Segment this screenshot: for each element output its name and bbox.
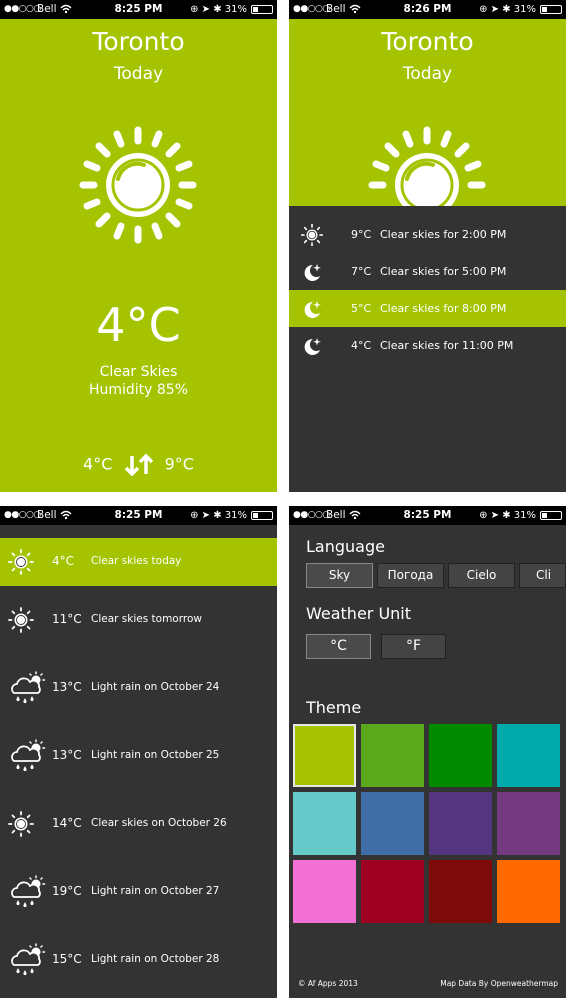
language-option-sky[interactable]: Sky xyxy=(306,563,373,588)
low-temperature: 4°C xyxy=(83,454,113,474)
battery-icon xyxy=(540,5,562,14)
theme-swatch[interactable] xyxy=(429,792,492,855)
temperature-range: 4°C 9°C xyxy=(0,453,277,477)
hour-description: Clear skies for 11:00 PM xyxy=(380,339,514,352)
status-icons: ⊕ ➤ ✱ xyxy=(479,510,514,521)
battery-icon xyxy=(251,511,273,520)
day-temperature: 13°C xyxy=(52,748,82,762)
theme-swatch[interactable] xyxy=(429,860,492,923)
battery-percent: 31% xyxy=(513,510,536,521)
language-option-partial[interactable]: Cli xyxy=(519,563,566,588)
status-bar: ●●○○○ Bell 8:25 PM ⊕ ➤ ✱ 31% xyxy=(0,506,277,525)
list-item[interactable]: 13°C Light rain on October 25 xyxy=(0,722,277,790)
language-option-russian[interactable]: Погода xyxy=(377,563,444,588)
day-description: Light rain on October 25 xyxy=(91,749,220,761)
hourly-screen: ●●○○○ Bell 8:26 PM ⊕ ➤ ✱ 31% Toronto Tod… xyxy=(289,0,566,492)
battery-percent: 31% xyxy=(224,510,247,521)
day-label: Today xyxy=(402,64,453,84)
theme-swatch[interactable] xyxy=(497,792,560,855)
list-item[interactable]: 4°C Clear skies for 11:00 PM xyxy=(289,327,566,364)
hour-temperature: 4°C xyxy=(351,339,372,352)
settings-screen: ●●○○○ Bell 8:25 PM ⊕ ➤ ✱ 31% Language Sk… xyxy=(289,506,566,998)
weather-unit-heading: Weather Unit xyxy=(306,604,412,623)
hour-description: Clear skies for 8:00 PM xyxy=(380,302,507,315)
hour-description: Clear skies for 2:00 PM xyxy=(380,228,507,241)
day-label: Today xyxy=(113,64,164,84)
theme-swatch[interactable] xyxy=(293,792,356,855)
sun-icon xyxy=(8,607,34,636)
day-description: Clear skies on October 26 xyxy=(91,817,227,829)
hour-temperature: 7°C xyxy=(351,265,372,278)
hourly-forecast-list[interactable]: 9°C Clear skies for 2:00 PM 7°C Clear sk… xyxy=(289,206,566,492)
unit-fahrenheit-button[interactable]: °F xyxy=(381,634,446,659)
today-screen: ●●○○○ Bell 8:25 PM ⊕ ➤ ✱ 31% Toronto Tod… xyxy=(0,0,277,492)
hour-description: Clear skies for 5:00 PM xyxy=(380,265,507,278)
daily-screen: ●●○○○ Bell 8:25 PM ⊕ ➤ ✱ 31% 4°C Clear sk… xyxy=(0,506,277,998)
battery-icon xyxy=(251,5,273,14)
list-item[interactable]: 9°C Clear skies for 2:00 PM xyxy=(289,216,566,253)
theme-swatch[interactable] xyxy=(293,724,356,787)
list-item[interactable]: 5°C Clear skies for 8:00 PM xyxy=(289,290,566,327)
language-heading: Language xyxy=(306,537,385,556)
theme-swatch[interactable] xyxy=(361,724,424,787)
theme-swatch[interactable] xyxy=(497,860,560,923)
day-description: Light rain on October 27 xyxy=(91,885,220,897)
language-option-spanish[interactable]: Cielo xyxy=(448,563,515,588)
day-description: Light rain on October 24 xyxy=(91,681,220,693)
list-item[interactable]: 7°C Clear skies for 5:00 PM xyxy=(289,253,566,290)
humidity-label: Humidity 85% xyxy=(88,382,189,398)
rain-icon xyxy=(8,875,48,912)
list-item[interactable]: 13°C Light rain on October 24 xyxy=(0,654,277,722)
list-item[interactable]: 11°C Clear skies tomorrow xyxy=(0,586,277,654)
status-bar: ●●○○○ Bell 8:25 PM ⊕ ➤ ✱ 31% xyxy=(289,506,566,525)
status-bar: ●●○○○ Bell 8:25 PM ⊕ ➤ ✱ 31% xyxy=(0,0,277,19)
day-temperature: 19°C xyxy=(52,884,82,898)
city-title: Toronto xyxy=(92,27,185,56)
status-icons: ⊕ ➤ ✱ xyxy=(190,510,225,521)
status-icons: ⊕ ➤ ✱ xyxy=(479,4,514,15)
status-bar: ●●○○○ Bell 8:26 PM ⊕ ➤ ✱ 31% xyxy=(289,0,566,19)
unit-celsius-button[interactable]: °C xyxy=(306,634,371,659)
status-icons: ⊕ ➤ ✱ xyxy=(190,4,225,15)
theme-swatch[interactable] xyxy=(429,724,492,787)
battery-percent: 31% xyxy=(224,4,247,15)
list-item[interactable]: 4°C Clear skies today xyxy=(0,538,277,586)
list-item[interactable]: 19°C Light rain on October 27 xyxy=(0,858,277,926)
sun-icon xyxy=(8,811,34,840)
theme-heading: Theme xyxy=(306,698,362,717)
city-title: Toronto xyxy=(381,27,474,56)
day-temperature: 15°C xyxy=(52,952,82,966)
theme-swatch[interactable] xyxy=(361,860,424,923)
list-item[interactable]: 15°C Light rain on October 28 xyxy=(0,926,277,994)
high-temperature: 9°C xyxy=(164,454,194,474)
theme-swatch[interactable] xyxy=(293,860,356,923)
sun-icon xyxy=(8,549,34,578)
up-down-arrows-icon xyxy=(124,453,153,477)
day-description: Clear skies today xyxy=(91,555,182,567)
day-temperature: 11°C xyxy=(52,612,82,626)
day-temperature: 4°C xyxy=(52,554,75,568)
day-temperature: 14°C xyxy=(52,816,82,830)
current-temperature: 4°C xyxy=(96,298,181,352)
hour-temperature: 9°C xyxy=(351,228,372,241)
battery-icon xyxy=(540,511,562,520)
list-item[interactable]: 14°C Clear skies on October 26 xyxy=(0,790,277,858)
hour-temperature: 5°C xyxy=(351,302,372,315)
day-description: Clear skies tomorrow xyxy=(91,613,202,625)
copyright-text: © Af Apps 2013 xyxy=(298,979,358,988)
theme-swatch[interactable] xyxy=(361,792,424,855)
rain-icon xyxy=(8,671,48,708)
theme-swatch[interactable] xyxy=(497,724,560,787)
sun-icon xyxy=(79,126,197,248)
data-credit-text: Map Data By Openweathermap xyxy=(440,979,558,988)
moon-icon xyxy=(301,335,323,372)
today-background xyxy=(0,19,277,492)
battery-percent: 31% xyxy=(513,4,536,15)
day-temperature: 13°C xyxy=(52,680,82,694)
day-description: Light rain on October 28 xyxy=(91,953,220,965)
rain-icon xyxy=(8,739,48,776)
rain-icon xyxy=(8,943,48,980)
condition-label: Clear Skies xyxy=(99,364,178,380)
